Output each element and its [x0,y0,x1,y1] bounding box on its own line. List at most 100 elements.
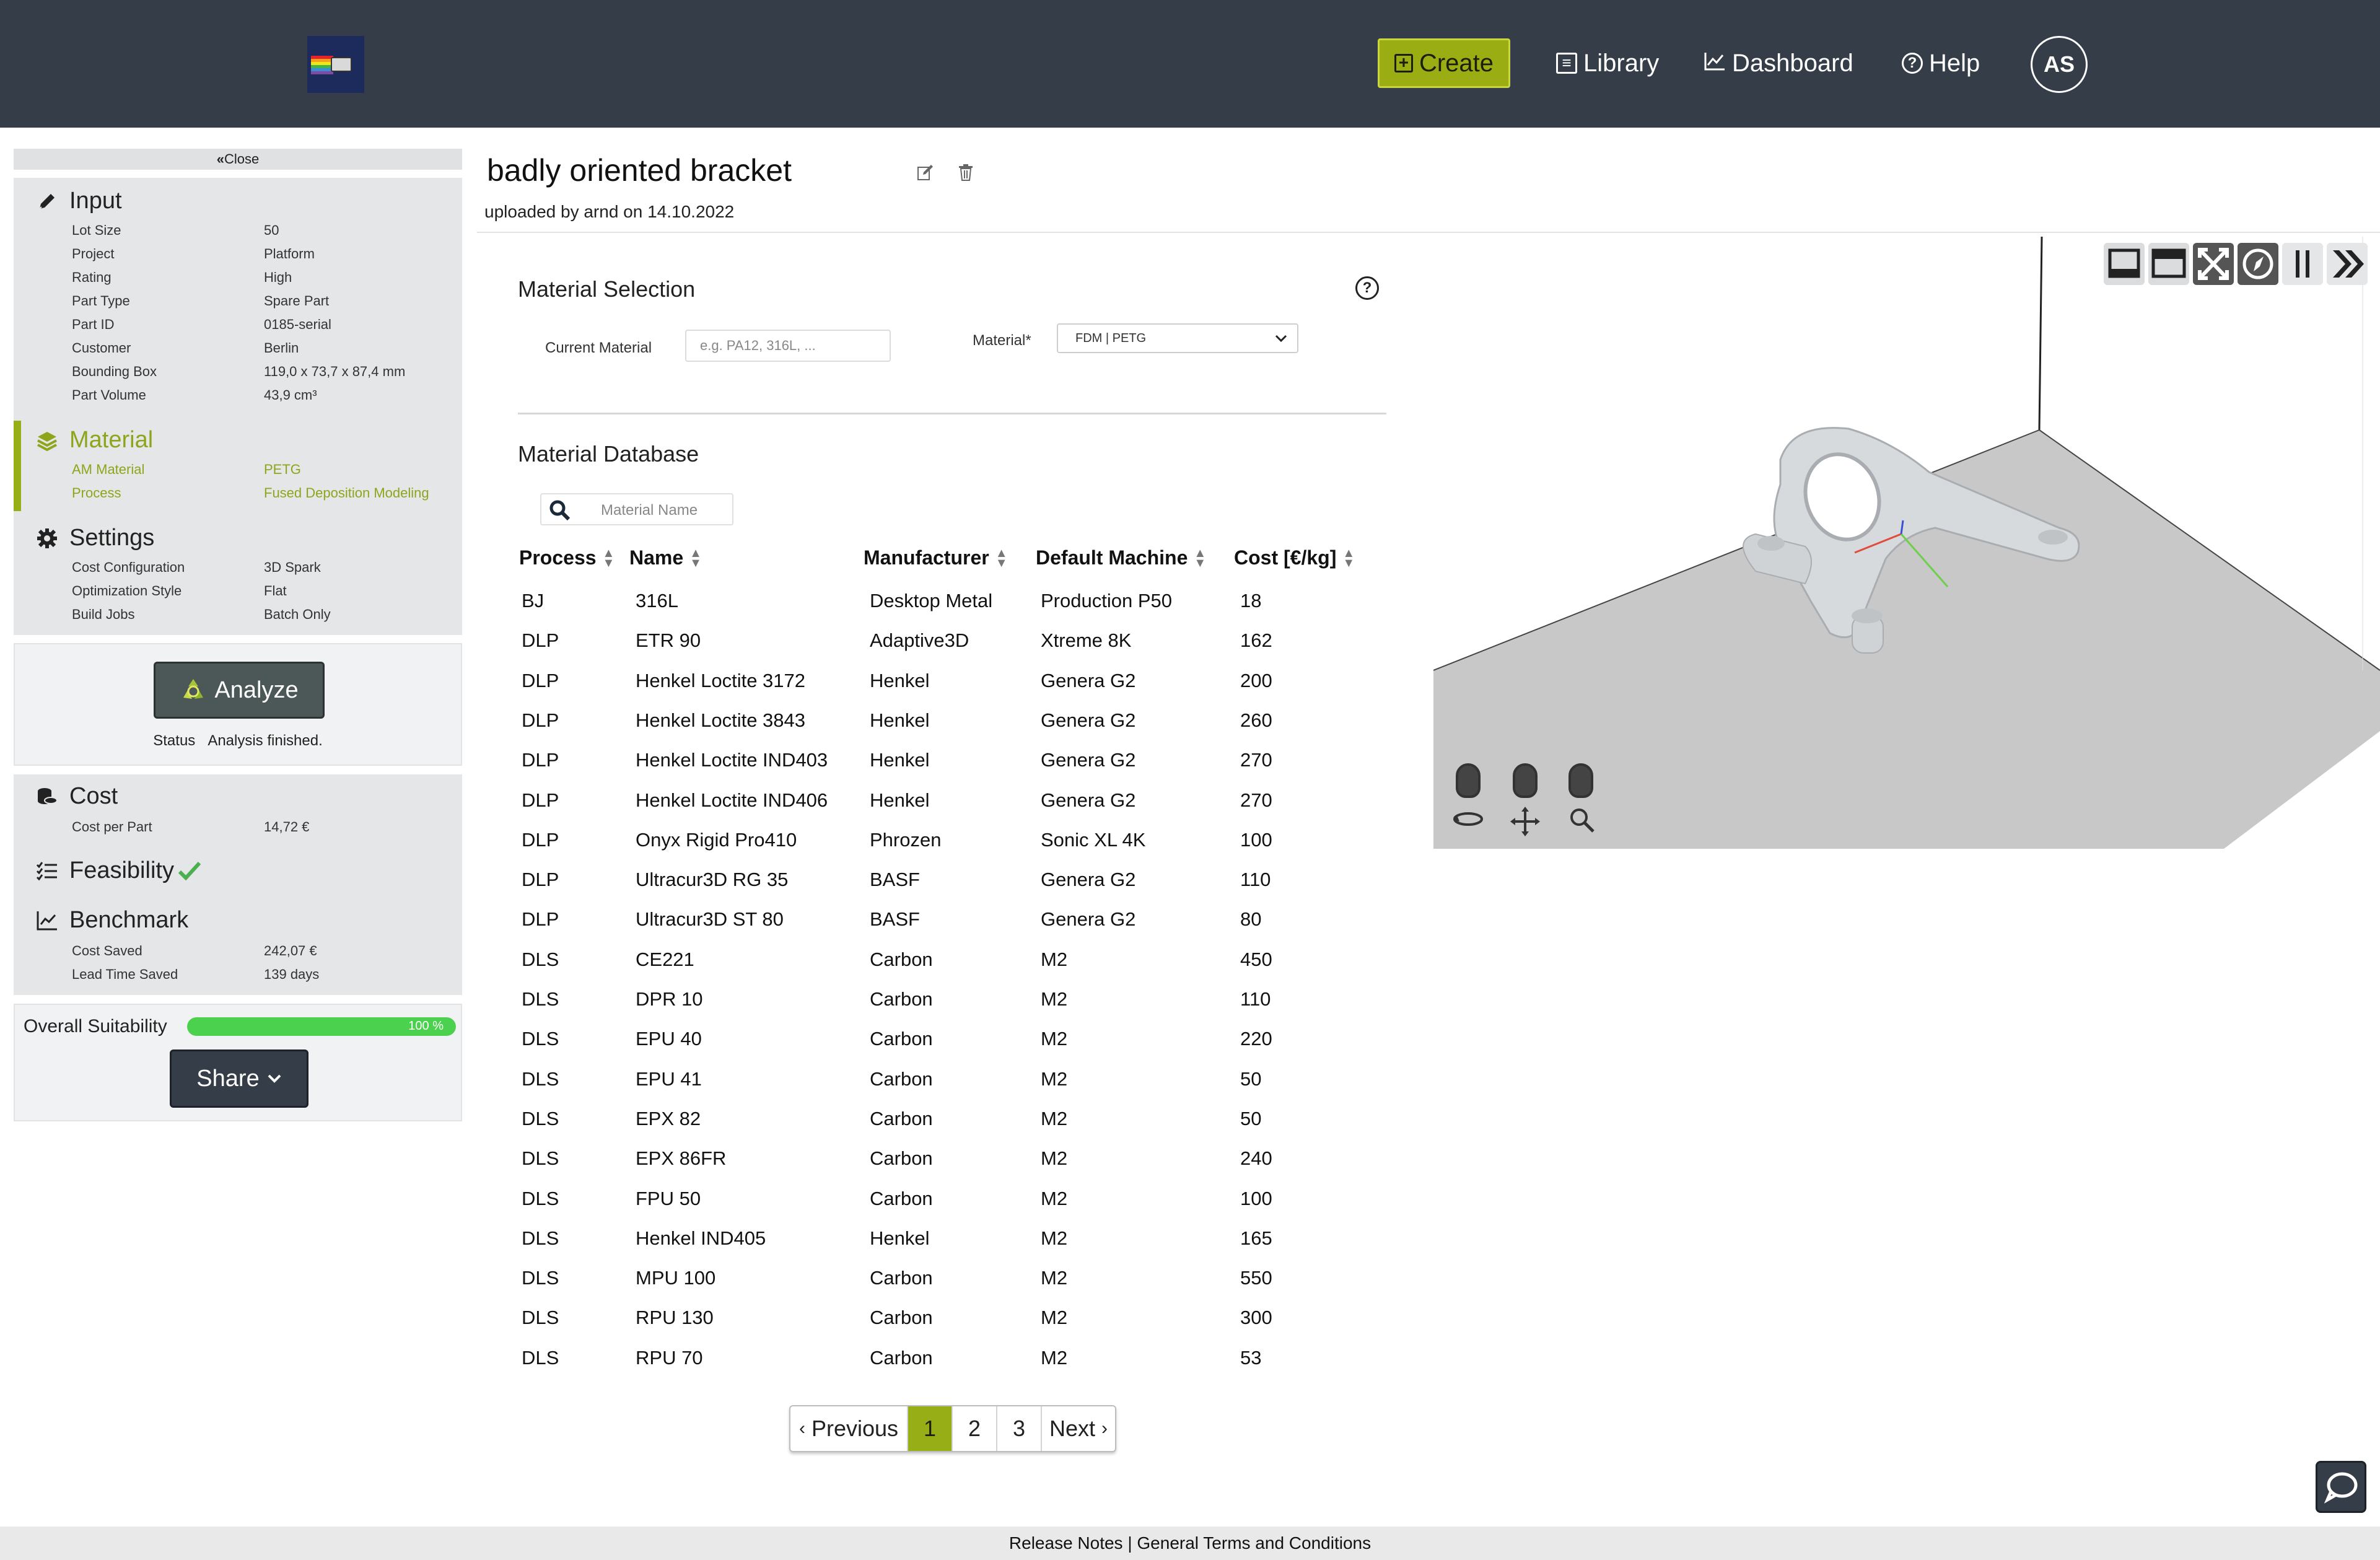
column-header-cost[interactable]: Cost [€/kg] ▲ ▼ [1234,546,1355,569]
table-row[interactable]: DLS EPX 82 Carbon M2 50 [0,1099,1425,1139]
bounding-box-value: 119,0 x 73,7 x 87,4 mm [264,364,406,379]
pagination-next[interactable]: Next › [1042,1406,1115,1451]
cost-cell: 110 [1240,869,1271,891]
part-volume-key: Part Volume [72,387,146,403]
process-cell: DLS [522,1147,559,1170]
process-cell: DLS [522,1267,559,1289]
default-machine-cell: M2 [1041,1307,1068,1329]
pagination-previous[interactable]: ‹ Previous [790,1406,908,1451]
sort-icon: ▲ ▼ [1342,546,1355,570]
default-machine-cell: M2 [1041,1107,1068,1129]
chat-bubble-icon [2324,1472,2358,1504]
input-section-header[interactable]: Input [36,188,122,214]
table-row[interactable]: DLP Henkel Loctite IND403 Henkel Genera G2 2… [0,740,1425,780]
part-volume-value: 43,9 cm³ [264,387,317,403]
part-id-key: Part ID [72,317,115,332]
am-material-key: AM Material [72,462,145,477]
pagination-next-label: Next [1049,1416,1096,1441]
name-cell: RPU 70 [636,1346,703,1369]
compass-button[interactable] [2238,243,2278,285]
table-row[interactable]: DLP Henkel Loctite IND406 Henkel Genera G2 2… [0,781,1425,820]
release-notes-link[interactable]: Release Notes [1009,1533,1123,1553]
material-active-indicator [14,421,21,511]
top-panel-view-button[interactable] [2148,243,2189,285]
column-header-process[interactable]: Process ▲ ▼ [519,546,615,569]
name-cell: EPX 82 [636,1107,701,1129]
pagination-page-1[interactable]: 1 [908,1406,953,1451]
table-row[interactable]: DLP Onyx Rigid Pro410 Phrozen Sonic XL 4K 10… [0,820,1425,860]
nav-library-label: Library [1583,49,1660,77]
fullscreen-button[interactable] [2193,243,2234,285]
nav-library[interactable]: ≡ Library [1556,43,1659,83]
nav-dashboard-label: Dashboard [1732,49,1853,77]
pagination-page-2[interactable]: 2 [953,1406,997,1451]
default-machine-cell: Sonic XL 4K [1041,828,1146,851]
pagination-page-3[interactable]: 3 [997,1406,1042,1451]
process-cell: DLP [522,709,559,731]
column-header-default-machine[interactable]: Default Machine ▲ ▼ [1036,546,1206,569]
part-id-value: 0185-serial [264,317,331,332]
help-icon[interactable]: ? [1355,276,1379,300]
edit-icon[interactable] [917,164,934,181]
cost-cell: 270 [1240,789,1272,811]
manufacturer-cell: Carbon [870,988,933,1010]
create-button[interactable]: + Create [1378,38,1510,88]
chat-button[interactable] [2316,1461,2366,1513]
table-row[interactable]: DLP Henkel Loctite 3172 Henkel Genera G2 200 [0,661,1425,701]
table-row[interactable]: DLS EPX 86FR Carbon M2 240 [0,1139,1425,1178]
column-header-name[interactable]: Name ▲ ▼ [629,546,702,569]
table-row[interactable]: BJ 316L Desktop Metal Production P50 18 [0,581,1425,621]
table-row[interactable]: DLS CE221 Carbon M2 450 [0,940,1425,979]
table-row[interactable]: DLS EPU 41 Carbon M2 50 [0,1059,1425,1099]
default-machine-cell: M2 [1041,988,1068,1010]
pause-button[interactable] [2282,243,2323,285]
bounding-box-key: Bounding Box [72,364,157,379]
upload-info: uploaded by arnd on 14.10.2022 [484,202,735,221]
table-row[interactable]: DLS DPR 10 Carbon M2 110 [0,979,1425,1019]
current-material-input[interactable]: e.g. PA12, 316L, ... [685,330,891,362]
material-search-input[interactable]: Material Name [540,493,733,525]
table-row[interactable]: DLS EPU 40 Carbon M2 220 [0,1019,1425,1059]
manufacturer-cell: Henkel [870,749,930,771]
bottom-panel-view-button[interactable] [2104,243,2145,285]
process-cell: DLP [522,629,559,652]
trash-icon[interactable] [958,164,974,181]
default-machine-cell: M2 [1041,1067,1068,1090]
rating-value: High [264,269,292,285]
cost-cell: 165 [1240,1227,1272,1249]
material-select[interactable]: FDM | PETG [1057,323,1298,353]
table-row[interactable]: DLP Henkel Loctite 3843 Henkel Genera G2 260 [0,701,1425,740]
nav-help[interactable]: ? Help [1902,43,1980,83]
table-row[interactable]: DLS FPU 50 Carbon M2 100 [0,1179,1425,1219]
table-row[interactable]: DLS Henkel IND405 Henkel M2 165 [0,1219,1425,1258]
sidebar-close-button[interactable]: «Close [14,149,462,170]
name-cell: RPU 130 [636,1307,714,1329]
footer-separator: | [1127,1533,1132,1553]
cost-cell: 53 [1240,1346,1262,1369]
table-row[interactable]: DLS RPU 130 Carbon M2 300 [0,1298,1425,1338]
user-avatar[interactable]: AS [2031,36,2088,93]
table-row[interactable]: DLP Ultracur3D ST 80 BASF Genera G2 80 [0,900,1425,939]
app-logo[interactable] [307,36,364,93]
pencil-icon [39,193,55,209]
default-machine-cell: Genera G2 [1041,869,1136,891]
process-cell: DLS [522,988,559,1010]
process-cell: DLS [522,1307,559,1329]
cost-cell: 100 [1240,828,1272,851]
name-cell: Henkel Loctite IND406 [636,789,828,811]
terms-link[interactable]: General Terms and Conditions [1137,1533,1371,1553]
table-row[interactable]: DLS RPU 70 Carbon M2 53 [0,1338,1425,1378]
material-section-header[interactable]: Material [36,427,153,454]
table-row[interactable]: DLP ETR 90 Adaptive3D Xtreme 8K 162 [0,621,1425,660]
sort-icon: ▲ ▼ [1194,546,1207,570]
settings-section-header[interactable]: Settings [36,525,154,551]
3d-model-viewer[interactable] [1433,237,2380,849]
nav-dashboard[interactable]: Dashboard [1704,43,1853,83]
table-row[interactable]: DLS MPU 100 Carbon M2 550 [0,1258,1425,1298]
cost-cell: 50 [1240,1067,1262,1090]
compass-icon [2242,248,2273,279]
column-header-manufacturer[interactable]: Manufacturer ▲ ▼ [864,546,1008,569]
table-row[interactable]: DLP Ultracur3D RG 35 BASF Genera G2 110 [0,860,1425,900]
collapse-viewer-button[interactable] [2327,243,2368,285]
default-machine-cell: M2 [1041,1227,1068,1249]
